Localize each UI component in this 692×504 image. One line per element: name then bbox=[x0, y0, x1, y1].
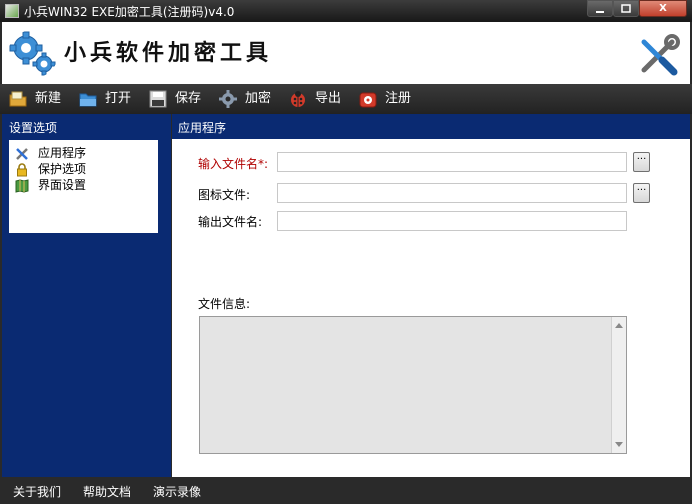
file-info-textarea[interactable] bbox=[199, 316, 627, 454]
open-folder-icon bbox=[79, 93, 97, 107]
toolbar-encrypt-label: 加密 bbox=[245, 91, 272, 106]
icon-file-field[interactable] bbox=[277, 183, 627, 203]
file-info-label: 文件信息: bbox=[198, 297, 251, 311]
main-title: 应用程序 bbox=[178, 121, 227, 135]
input-file-browse-button[interactable]: ··· bbox=[633, 152, 650, 172]
maximize-icon bbox=[621, 4, 631, 13]
sidebar-title: 设置选项 bbox=[9, 121, 58, 135]
ladybug-icon bbox=[291, 91, 305, 107]
title-bar[interactable]: 小兵WIN32 EXE加密工具(注册码)v4.0 X bbox=[0, 0, 692, 22]
toolbar-register-label: 注册 bbox=[385, 91, 412, 106]
tools-icon bbox=[16, 148, 28, 160]
minimize-button[interactable] bbox=[587, 0, 613, 17]
settings-tree: 应用程序 保护选项 界面设置 bbox=[9, 140, 158, 233]
banner: 小兵软件加密工具 bbox=[2, 22, 690, 84]
toolbar-new-label: 新建 bbox=[35, 91, 62, 106]
gears-logo-icon bbox=[9, 31, 56, 76]
toolbar-export-label: 导出 bbox=[315, 91, 342, 106]
app-window: 小兵WIN32 EXE加密工具(注册码)v4.0 X 小兵软件加密工具 新建 打… bbox=[0, 0, 692, 504]
app-icon bbox=[5, 4, 19, 18]
wrench-screwdriver-icon bbox=[641, 34, 680, 76]
gear-icon bbox=[219, 90, 237, 108]
toolbar: 新建 打开 保存 加密 导出 注册 bbox=[0, 84, 692, 114]
map-icon bbox=[15, 179, 29, 193]
about-us-link[interactable]: 关于我们 bbox=[13, 483, 61, 500]
demo-video-link[interactable]: 演示录像 bbox=[153, 483, 201, 500]
minimize-icon bbox=[596, 11, 604, 13]
output-file-field[interactable] bbox=[277, 211, 627, 231]
lock-icon bbox=[17, 163, 27, 177]
input-file-field[interactable] bbox=[277, 152, 627, 172]
sidebar-item-label: 保护选项 bbox=[38, 162, 87, 176]
red-phone-icon bbox=[359, 92, 377, 108]
scroll-up-icon[interactable] bbox=[615, 323, 623, 328]
toolbar-open-label: 打开 bbox=[105, 91, 132, 106]
maximize-button[interactable] bbox=[613, 0, 639, 17]
status-bar: 关于我们 帮助文档 演示录像 bbox=[0, 478, 692, 504]
save-disk-icon bbox=[149, 90, 167, 108]
main-header: 应用程序 bbox=[172, 114, 690, 139]
close-icon: X bbox=[659, 3, 667, 14]
input-file-label: 输入文件名*: bbox=[198, 157, 269, 171]
sidebar: 设置选项 应用程序 保护选项 界面设置 bbox=[2, 114, 171, 477]
sidebar-item-label: 界面设置 bbox=[38, 178, 87, 192]
new-folder-icon bbox=[9, 91, 27, 107]
main-panel: 应用程序 输入文件名*: ··· 图标文件: ··· 输出文件名: 文件信息: bbox=[172, 114, 690, 477]
help-docs-link[interactable]: 帮助文档 bbox=[83, 483, 131, 500]
sidebar-item-label: 应用程序 bbox=[38, 146, 87, 160]
close-button[interactable]: X bbox=[639, 0, 687, 17]
output-file-label: 输出文件名: bbox=[198, 215, 263, 229]
brand-title: 小兵软件加密工具 bbox=[64, 40, 273, 66]
icon-file-browse-button[interactable]: ··· bbox=[633, 183, 650, 203]
file-info-scrollbar[interactable] bbox=[611, 317, 626, 453]
toolbar-save-label: 保存 bbox=[175, 91, 202, 106]
scroll-down-icon[interactable] bbox=[615, 442, 623, 447]
window-title: 小兵WIN32 EXE加密工具(注册码)v4.0 bbox=[24, 5, 235, 19]
icon-file-label: 图标文件: bbox=[198, 188, 251, 202]
